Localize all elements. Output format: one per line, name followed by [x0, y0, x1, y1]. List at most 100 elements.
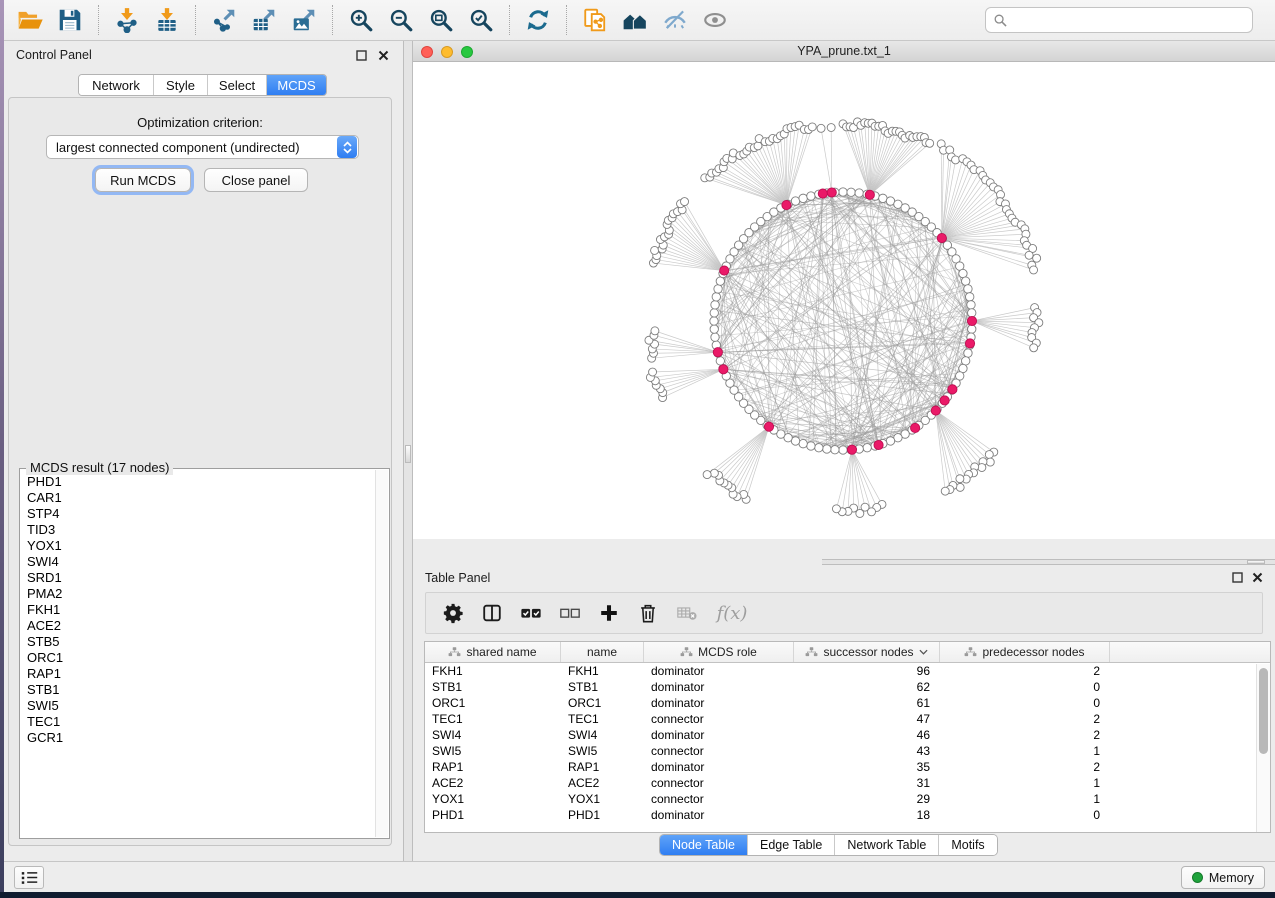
open-session-button[interactable]: [10, 3, 50, 37]
first-neighbors-button[interactable]: [615, 3, 655, 37]
mcds-result-item[interactable]: RAP1: [27, 666, 375, 682]
run-mcds-button[interactable]: Run MCDS: [95, 168, 191, 192]
float-table-panel-button[interactable]: [1231, 571, 1243, 583]
table-body: FKH1FKH1dominator962STB1STB1dominator620…: [425, 663, 1270, 823]
vertical-splitter[interactable]: [403, 41, 413, 861]
table-row[interactable]: PHD1PHD1dominator180: [425, 807, 1270, 823]
table-cell: 2: [940, 663, 1110, 679]
network-window-titlebar[interactable]: YPA_prune.txt_1: [413, 41, 1275, 62]
zoom-in-button[interactable]: [341, 3, 381, 37]
table-row[interactable]: ACE2ACE2connector311: [425, 775, 1270, 791]
mcds-result-item[interactable]: ORC1: [27, 650, 375, 666]
save-session-button[interactable]: [50, 3, 90, 37]
add-column-button[interactable]: [597, 601, 621, 625]
mcds-result-item[interactable]: YOX1: [27, 538, 375, 554]
tab-node-table[interactable]: Node Table: [660, 835, 747, 855]
column-header-predecessor-nodes[interactable]: predecessor nodes: [940, 642, 1110, 662]
refresh-button[interactable]: [518, 3, 558, 37]
column-header-successor-nodes[interactable]: successor nodes: [794, 642, 940, 662]
table-row[interactable]: SWI5SWI5connector431: [425, 743, 1270, 759]
table-cell: connector: [644, 775, 794, 791]
zoom-selected-button[interactable]: [461, 3, 501, 37]
import-network-button[interactable]: [107, 3, 147, 37]
mcds-result-item[interactable]: STB1: [27, 682, 375, 698]
mcds-result-item[interactable]: SWI5: [27, 698, 375, 714]
clone-network-button[interactable]: [575, 3, 615, 37]
import-table-button[interactable]: [147, 3, 187, 37]
float-panel-button[interactable]: [355, 49, 367, 61]
delete-column-button[interactable]: [636, 601, 660, 625]
mcds-result-item[interactable]: CAR1: [27, 490, 375, 506]
splitter-grip[interactable]: [1247, 560, 1265, 564]
float-icon: [356, 50, 367, 61]
mcds-result-item[interactable]: SWI4: [27, 554, 375, 570]
mcds-result-item[interactable]: SRD1: [27, 570, 375, 586]
tab-select[interactable]: Select: [207, 75, 266, 95]
zoom-fit-button[interactable]: [421, 3, 461, 37]
table-row[interactable]: FKH1FKH1dominator962: [425, 663, 1270, 679]
import-table-icon: [154, 7, 180, 33]
fx-icon: f(x): [717, 603, 748, 624]
table-row[interactable]: TEC1TEC1connector472: [425, 711, 1270, 727]
mcds-list-scrollbar[interactable]: [375, 470, 388, 837]
mcds-result-item[interactable]: PMA2: [27, 586, 375, 602]
column-header-shared-name[interactable]: shared name: [425, 642, 561, 662]
mcds-result-item[interactable]: TID3: [27, 522, 375, 538]
memory-button[interactable]: Memory: [1181, 866, 1265, 889]
clone-network-icon: [582, 7, 608, 33]
search-box[interactable]: [985, 7, 1253, 33]
column-header-MCDS-role[interactable]: MCDS role: [644, 642, 794, 662]
function-builder-button[interactable]: f(x): [714, 601, 750, 625]
scrollbar-thumb[interactable]: [1259, 668, 1268, 754]
column-header-name[interactable]: name: [561, 642, 644, 662]
close-panel-button-mcds[interactable]: Close panel: [204, 168, 308, 192]
tab-motifs[interactable]: Motifs: [938, 835, 996, 855]
deselect-all-icon: [559, 602, 581, 624]
table-row[interactable]: SWI4SWI4dominator462: [425, 727, 1270, 743]
mcds-result-list[interactable]: PHD1CAR1STP4TID3YOX1SWI4SRD1PMA2FKH1ACE2…: [21, 470, 375, 837]
delete-table-button[interactable]: [675, 601, 699, 625]
mcds-result-item[interactable]: PHD1: [27, 474, 375, 490]
mcds-result-item[interactable]: FKH1: [27, 602, 375, 618]
hide-selected-button[interactable]: [655, 3, 695, 37]
mcds-result-item[interactable]: GCR1: [27, 730, 375, 746]
mcds-result-item[interactable]: STB5: [27, 634, 375, 650]
close-table-panel-button[interactable]: [1251, 571, 1263, 583]
tab-network[interactable]: Network: [79, 75, 153, 95]
criterion-dropdown[interactable]: largest connected component (undirected): [46, 135, 359, 159]
mcds-result-item[interactable]: STP4: [27, 506, 375, 522]
show-all-button[interactable]: [695, 3, 735, 37]
mcds-pane: Optimization criterion: largest connecte…: [8, 97, 392, 846]
table-row[interactable]: RAP1RAP1dominator352: [425, 759, 1270, 775]
close-panel-button[interactable]: [377, 49, 389, 61]
column-visibility-button[interactable]: [480, 601, 504, 625]
tab-mcds[interactable]: MCDS: [266, 75, 326, 95]
export-image-button[interactable]: [284, 3, 324, 37]
table-cell: 96: [794, 663, 940, 679]
select-all-button[interactable]: [519, 601, 543, 625]
tab-edge-table[interactable]: Edge Table: [747, 835, 834, 855]
table-cell: 62: [794, 679, 940, 695]
task-history-button[interactable]: [14, 866, 44, 889]
table-row[interactable]: YOX1YOX1connector291: [425, 791, 1270, 807]
hide-eye-icon: [662, 7, 688, 33]
table-scrollbar[interactable]: [1256, 664, 1270, 832]
table-row[interactable]: STB1STB1dominator620: [425, 679, 1270, 695]
deselect-all-button[interactable]: [558, 601, 582, 625]
mcds-result-item[interactable]: TEC1: [27, 714, 375, 730]
mcds-result-item[interactable]: ACE2: [27, 618, 375, 634]
search-input[interactable]: [1013, 12, 1244, 29]
table-row[interactable]: ORC1ORC1dominator610: [425, 695, 1270, 711]
zoom-out-button[interactable]: [381, 3, 421, 37]
network-canvas[interactable]: [413, 62, 1275, 539]
table-cell: connector: [644, 711, 794, 727]
table-cell: dominator: [644, 695, 794, 711]
float-icon: [1232, 572, 1243, 583]
tab-network-table[interactable]: Network Table: [834, 835, 938, 855]
export-table-button[interactable]: [244, 3, 284, 37]
splitter-grip[interactable]: [405, 445, 411, 463]
control-panel: Control Panel Network Style Select MCDS …: [4, 41, 403, 861]
export-network-button[interactable]: [204, 3, 244, 37]
tab-style[interactable]: Style: [153, 75, 207, 95]
table-settings-button[interactable]: [441, 601, 465, 625]
